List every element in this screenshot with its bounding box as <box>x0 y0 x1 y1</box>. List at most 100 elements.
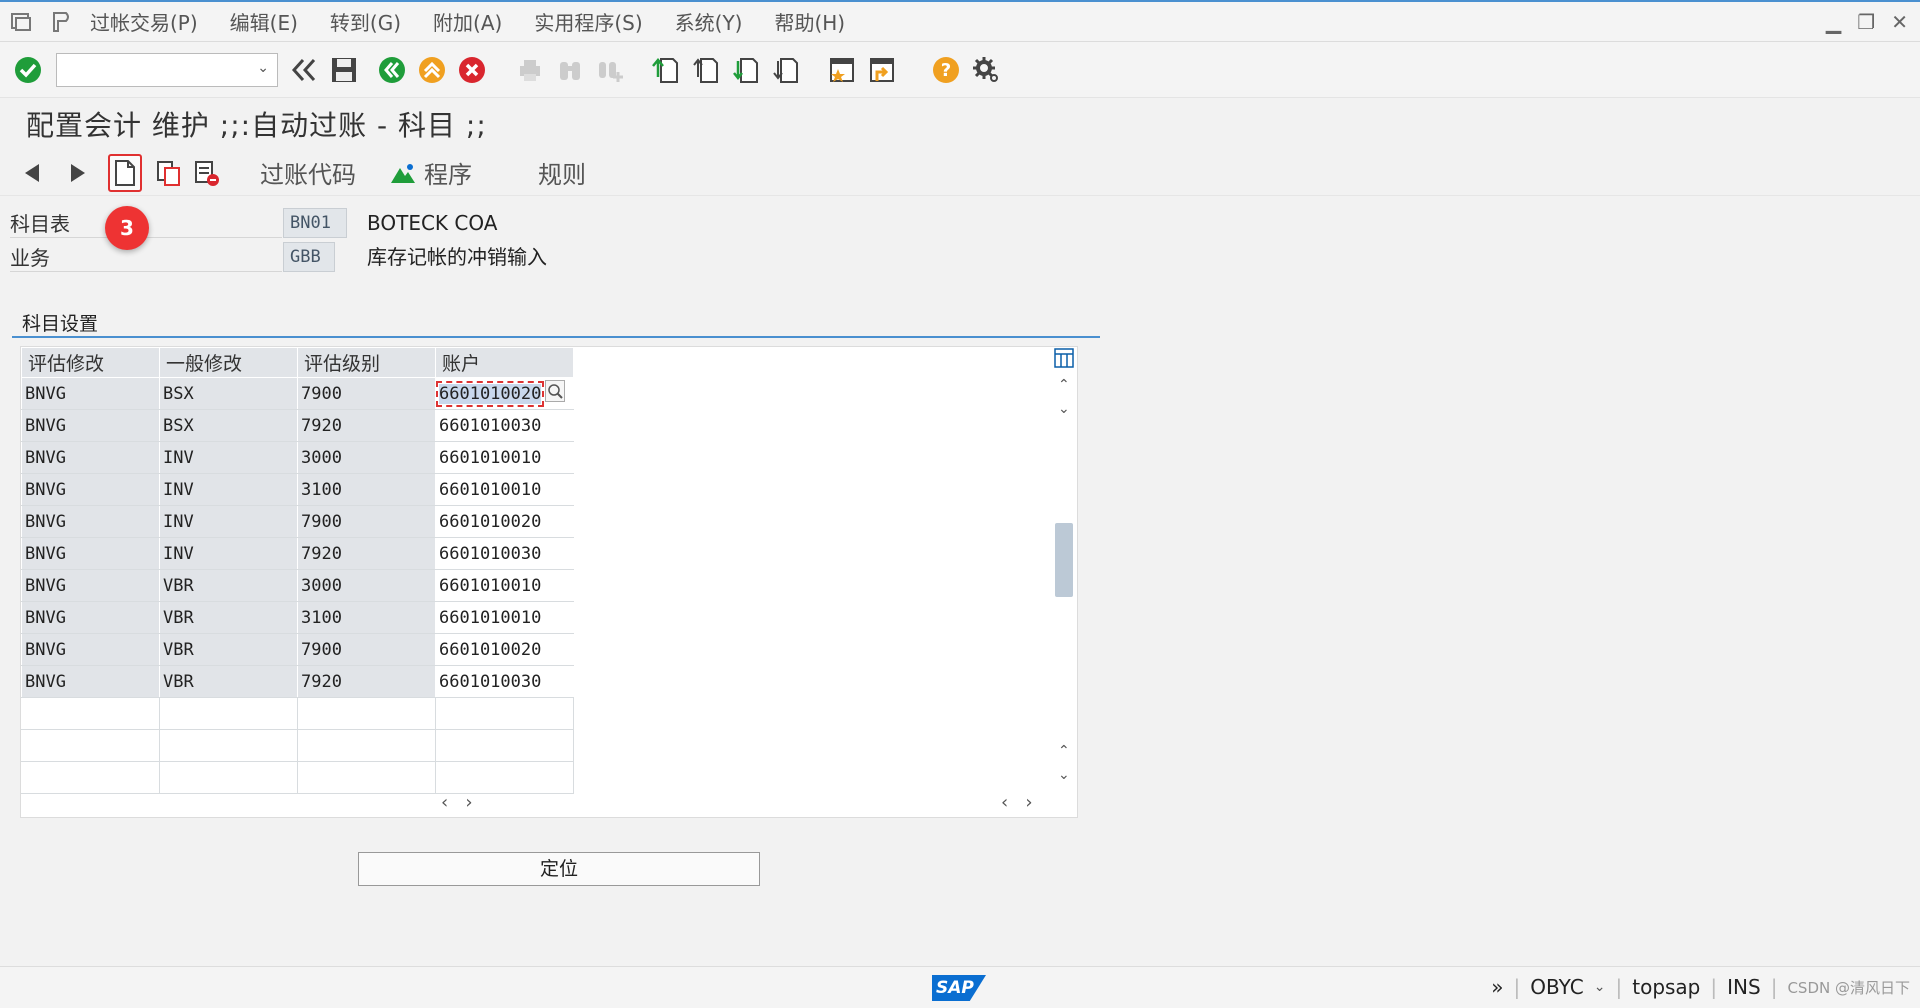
window-controls: ▁ ❐ ✕ <box>1826 10 1908 34</box>
chevron-down-icon[interactable]: ⌄ <box>1594 979 1606 995</box>
menu-posting[interactable]: 过帐交易(P) <box>90 7 198 36</box>
save-icon[interactable] <box>328 54 360 86</box>
table-row[interactable]: BNVG VBR 3000 6601010010 <box>21 569 574 602</box>
menu-goto[interactable]: 转到(G) <box>330 7 401 36</box>
empty-cell[interactable] <box>159 729 298 762</box>
exit-icon[interactable] <box>416 54 448 86</box>
minimize-icon[interactable]: ▁ <box>1826 10 1841 34</box>
delete-icon[interactable] <box>190 156 224 190</box>
account-cell[interactable]: 6601010020 <box>435 633 574 666</box>
cancel-icon[interactable] <box>456 54 488 86</box>
command-field[interactable]: ⌄ <box>56 52 278 87</box>
menu-edit[interactable]: 编辑(E) <box>230 7 298 36</box>
table-row[interactable]: BNVG INV 3100 6601010010 <box>21 473 574 506</box>
empty-cell[interactable] <box>297 729 436 762</box>
scroll-handle[interactable] <box>1055 523 1073 597</box>
table-row[interactable]: BNVG INV 7920 6601010030 <box>21 537 574 570</box>
table-row[interactable]: BNVG VBR 7900 6601010020 <box>21 633 574 666</box>
empty-row[interactable] <box>21 729 574 762</box>
next-page-icon[interactable] <box>730 54 762 86</box>
new-session-icon[interactable] <box>826 54 858 86</box>
mountain-icon <box>391 163 415 183</box>
previous-page-icon[interactable] <box>690 54 722 86</box>
table-row[interactable]: BNVG INV 3000 6601010010 <box>21 441 574 474</box>
previous-entry-icon[interactable] <box>16 156 50 190</box>
column-header-general-modif[interactable]: 一般修改 <box>159 347 298 378</box>
empty-cell[interactable] <box>435 729 574 762</box>
account-cell[interactable]: 6601010030 <box>435 537 574 570</box>
table-row[interactable]: BNVG BSX 7920 6601010030 <box>21 409 574 442</box>
menu-extras[interactable]: 附加(A) <box>433 7 502 36</box>
next-entry-icon[interactable] <box>60 156 94 190</box>
close-window-icon[interactable]: ✕ <box>1891 10 1908 34</box>
business-description: 库存记帐的冲销输入 <box>367 245 547 269</box>
shortcut-icon[interactable] <box>866 54 898 86</box>
table-row[interactable]: BNVG BSX 7900 6601010020 <box>21 377 574 410</box>
account-cell[interactable]: 6601010030 <box>435 665 574 698</box>
empty-cell[interactable] <box>435 761 574 794</box>
empty-cell[interactable] <box>21 761 160 794</box>
value-help-search-icon[interactable] <box>545 380 566 407</box>
account-cell[interactable]: 6601010020 <box>435 377 574 410</box>
menu-utilities[interactable]: 实用程序(S) <box>534 7 642 36</box>
scroll-left-icon[interactable]: ‹ <box>1001 792 1008 813</box>
chevron-down-icon[interactable]: ⌄ <box>257 60 269 76</box>
svg-text:?: ? <box>941 60 951 81</box>
menu-help[interactable]: 帮助(H) <box>774 7 845 36</box>
scroll-up-icon[interactable]: ⌃ <box>1058 377 1070 393</box>
empty-cell[interactable] <box>159 697 298 730</box>
customize-icon[interactable] <box>50 11 72 33</box>
last-page-icon[interactable] <box>770 54 802 86</box>
rules-button[interactable]: 规则 <box>538 155 586 190</box>
account-input-selected[interactable]: 6601010020 <box>435 380 545 407</box>
empty-cell[interactable] <box>297 761 436 794</box>
expand-status-icon[interactable]: » <box>1491 975 1503 999</box>
empty-cell[interactable] <box>21 729 160 762</box>
enter-icon[interactable] <box>12 54 44 86</box>
empty-cell[interactable] <box>297 697 436 730</box>
account-cell[interactable]: 6601010010 <box>435 601 574 634</box>
empty-row[interactable] <box>21 761 574 794</box>
column-header-valuation-modif[interactable]: 评估修改 <box>21 347 160 378</box>
step-callout-badge: 3 <box>105 206 149 250</box>
table-cell: 7900 <box>297 505 436 538</box>
empty-cell[interactable] <box>435 697 574 730</box>
table-settings-icon[interactable] <box>1053 347 1075 369</box>
empty-cell[interactable] <box>21 697 160 730</box>
help-icon[interactable]: ? <box>930 54 962 86</box>
account-cell[interactable]: 6601010010 <box>435 569 574 602</box>
scroll-left-icon[interactable]: ‹ <box>441 792 448 813</box>
empty-row[interactable] <box>21 697 574 730</box>
input-mode[interactable]: INS <box>1727 975 1761 999</box>
account-cell[interactable]: 6601010020 <box>435 505 574 538</box>
posting-code-button[interactable]: 过账代码 <box>260 155 356 190</box>
empty-cell[interactable] <box>159 761 298 794</box>
settings-gear-icon[interactable] <box>970 54 1002 86</box>
app-menu-icon[interactable] <box>10 11 32 33</box>
scroll-right-icon[interactable]: › <box>1025 792 1032 813</box>
separator: | <box>1770 975 1778 999</box>
scroll-down-icon[interactable]: ⌄ <box>1058 401 1070 417</box>
command-input[interactable] <box>57 53 247 86</box>
program-button[interactable]: 程序 <box>390 155 472 190</box>
page-down-icon[interactable]: ⌄ <box>1058 767 1070 783</box>
table-row[interactable]: BNVG VBR 3100 6601010010 <box>21 601 574 634</box>
restore-icon[interactable]: ❐ <box>1857 10 1875 34</box>
new-entries-button[interactable] <box>108 153 142 192</box>
scroll-right-icon[interactable]: › <box>465 792 472 813</box>
account-cell[interactable]: 6601010010 <box>435 473 574 506</box>
column-header-valuation-class[interactable]: 评估级别 <box>297 347 436 378</box>
locate-button[interactable]: 定位 <box>358 852 760 886</box>
double-chevron-left-icon[interactable] <box>288 54 320 86</box>
back-icon[interactable] <box>376 54 408 86</box>
first-page-icon[interactable] <box>650 54 682 86</box>
copy-as-icon[interactable] <box>152 156 186 190</box>
column-header-account[interactable]: 账户 <box>435 347 574 378</box>
account-cell[interactable]: 6601010030 <box>435 409 574 442</box>
table-row[interactable]: BNVG INV 7900 6601010020 <box>21 505 574 538</box>
account-cell[interactable]: 6601010010 <box>435 441 574 474</box>
table-row[interactable]: BNVG VBR 7920 6601010030 <box>21 665 574 698</box>
menu-system[interactable]: 系统(Y) <box>675 7 743 36</box>
vertical-scrollbar[interactable]: ⌃ ⌄ ⌃ ⌄ <box>1053 347 1075 791</box>
page-up-icon[interactable]: ⌃ <box>1058 743 1070 759</box>
